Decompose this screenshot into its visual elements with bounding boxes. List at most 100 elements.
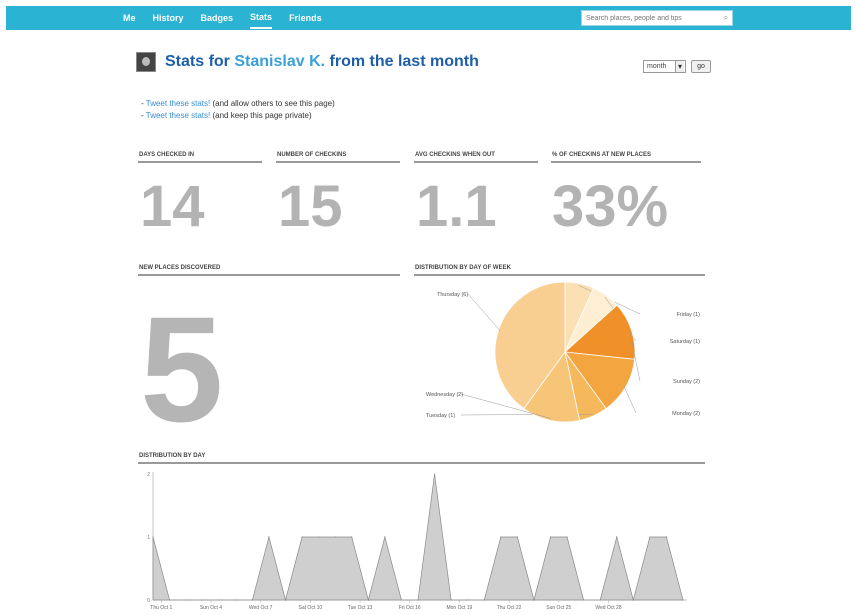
area-point bbox=[400, 599, 403, 601]
pie-leader-saturday bbox=[604, 296, 637, 342]
pie-leader-thursday bbox=[467, 293, 501, 332]
area-chart-title: Distribution by day bbox=[139, 453, 206, 459]
go-button[interactable]: go bbox=[691, 60, 711, 73]
area-point bbox=[500, 536, 502, 538]
area-series bbox=[152, 473, 684, 602]
area-point bbox=[483, 599, 485, 601]
tweet-line-private: - Tweet these stats! (and keep this page… bbox=[141, 111, 312, 120]
area-point bbox=[251, 599, 253, 601]
stat-label-new-pct: % of checkins at new places bbox=[552, 152, 652, 158]
area-point bbox=[152, 536, 154, 538]
area-point bbox=[616, 536, 618, 538]
stat-value-checkins: 15 bbox=[278, 174, 343, 239]
period-select-value: month bbox=[647, 63, 667, 70]
area-point bbox=[202, 599, 204, 601]
area-x-tick-label: Mon Oct 19 bbox=[446, 605, 472, 611]
area-x-tick-label: Thu Oct 1 bbox=[150, 605, 172, 611]
stat-value-avg: 1.1 bbox=[416, 174, 497, 239]
tweet-note-public: (and allow others to see this page) bbox=[212, 99, 335, 108]
avatar[interactable] bbox=[136, 52, 156, 72]
stat-value-days: 14 bbox=[140, 174, 205, 239]
area-point bbox=[218, 599, 220, 601]
area-y-tick: 2 bbox=[147, 472, 150, 478]
pie-label-friday: Friday (1) bbox=[676, 312, 700, 318]
area-x-tick-label: Tue Oct 13 bbox=[348, 605, 373, 611]
tweet-line-public: - Tweet these stats! (and allow others t… bbox=[141, 99, 335, 108]
area-point bbox=[533, 599, 535, 601]
area-point bbox=[549, 536, 552, 538]
daily-distribution-chart: 2 1 0Thu Oct 1 Sun Oct 4 Wed Oct 7 Sat Oct 10… bbox=[147, 472, 687, 611]
pie-slice-thursday bbox=[494, 281, 566, 410]
page-title: Stats for Stanislav K. from the last mon… bbox=[165, 53, 479, 71]
pie-label-thursday: Thursday (6) bbox=[437, 292, 468, 298]
nav-item-stats[interactable]: Stats bbox=[250, 7, 273, 29]
tweet-stats-private-link[interactable]: Tweet these stats! bbox=[146, 111, 210, 120]
title-suffix: from the last month bbox=[329, 53, 479, 70]
pie-rule bbox=[414, 274, 705, 276]
stat-rule-avg bbox=[414, 161, 538, 163]
area-point bbox=[351, 536, 353, 538]
area-x-tick-label: Fri Oct 16 bbox=[399, 605, 421, 611]
pie-label: Distribution by day of week bbox=[415, 265, 511, 271]
pie-leader-monday bbox=[623, 385, 637, 414]
nav-item-friends[interactable]: Friends bbox=[289, 6, 322, 30]
area-point bbox=[334, 536, 336, 538]
pie-slice-monday bbox=[564, 351, 636, 410]
new-places-rule bbox=[138, 274, 400, 276]
area-x-tick-label: Thu Oct 22 bbox=[497, 605, 522, 611]
nav-item-badges[interactable]: Badges bbox=[201, 6, 234, 30]
area-y-tick: 1 bbox=[147, 535, 150, 541]
area-point bbox=[599, 599, 601, 601]
area-point bbox=[384, 536, 386, 538]
area-point bbox=[566, 536, 568, 538]
area-x-tick-label: Wed Oct 28 bbox=[595, 605, 622, 611]
area-point bbox=[467, 599, 469, 601]
stat-rule-new-pct bbox=[551, 161, 701, 163]
new-places-label: New places discovered bbox=[139, 265, 221, 271]
area-x-tick-label: Sat Oct 10 bbox=[299, 605, 323, 611]
pie-slice-tuesday bbox=[564, 351, 607, 421]
nav-item-history[interactable]: History bbox=[153, 6, 184, 30]
stat-value-new-pct: 33% bbox=[552, 174, 669, 239]
area-point bbox=[433, 473, 436, 475]
stat-label-checkins: Number of checkins bbox=[277, 152, 347, 158]
area-point bbox=[318, 536, 320, 538]
area-point bbox=[235, 599, 237, 601]
pie-slice-saturday bbox=[564, 287, 618, 353]
nav-item-me[interactable]: Me bbox=[123, 6, 136, 30]
pie-slice-friday bbox=[564, 281, 595, 353]
area-point bbox=[682, 599, 684, 601]
search-icon[interactable]: ⌕ bbox=[721, 12, 731, 24]
area-point bbox=[417, 599, 419, 601]
area-point bbox=[632, 599, 634, 601]
top-navigation-bar: Me History Badges Stats Friends ⌕ bbox=[6, 6, 851, 30]
pie-label-saturday: Saturday (1) bbox=[670, 339, 700, 345]
area-point bbox=[284, 599, 287, 601]
area-point bbox=[583, 599, 585, 601]
area-point bbox=[450, 599, 452, 601]
pie-slice-wednesday bbox=[523, 351, 581, 423]
main-nav: Me History Badges Stats Friends bbox=[123, 6, 339, 30]
period-select[interactable]: month bbox=[643, 60, 686, 73]
tweet-note-private: (and keep this page private) bbox=[212, 111, 312, 120]
user-name-link[interactable]: Stanislav K. bbox=[234, 53, 325, 70]
pie-label-monday: Monday (2) bbox=[672, 411, 700, 417]
stat-label-avg: Avg checkins when out bbox=[415, 152, 495, 158]
area-point bbox=[268, 536, 270, 538]
stat-rule-days bbox=[138, 161, 262, 163]
area-point bbox=[516, 536, 518, 538]
area-chart-rule bbox=[138, 462, 705, 464]
pie-leader-wednesday bbox=[460, 393, 551, 419]
area-point bbox=[301, 536, 303, 538]
pie-leader-friday bbox=[579, 285, 641, 315]
stat-rule-checkins bbox=[276, 161, 400, 163]
pie-leader-tuesday bbox=[460, 413, 593, 416]
tweet-links: - Tweet these stats! (and allow others t… bbox=[141, 98, 335, 122]
pie-leader-sunday bbox=[629, 330, 641, 382]
pie-label-sunday: Sunday (2) bbox=[673, 379, 700, 385]
area-y-tick: 0 bbox=[147, 598, 150, 604]
pie-label-wednesday: Wednesday (2) bbox=[426, 392, 463, 398]
area-x-tick-label: Wed Oct 7 bbox=[249, 605, 273, 611]
search-input[interactable] bbox=[581, 10, 733, 26]
tweet-stats-public-link[interactable]: Tweet these stats! bbox=[146, 99, 210, 108]
